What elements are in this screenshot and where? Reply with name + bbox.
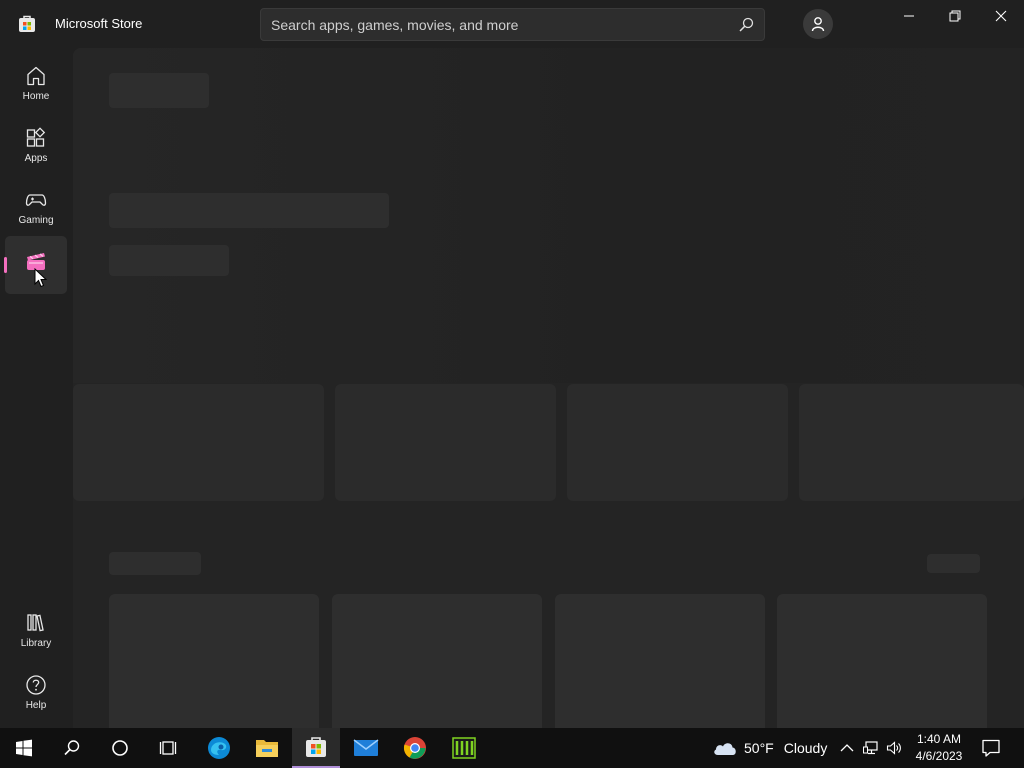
sidebar-item-label: Home bbox=[22, 91, 50, 102]
app-title: Microsoft Store bbox=[55, 16, 143, 31]
skeleton-see-all bbox=[927, 554, 980, 573]
skeleton-section-title bbox=[109, 552, 201, 575]
home-icon bbox=[27, 66, 45, 86]
account-button[interactable] bbox=[803, 9, 833, 39]
skeleton-card bbox=[73, 384, 324, 501]
skeleton-tile bbox=[555, 594, 765, 728]
taskbar-search-button[interactable] bbox=[48, 728, 96, 768]
weather-condition: Cloudy bbox=[783, 740, 828, 756]
task-view-button[interactable] bbox=[144, 728, 192, 768]
title-bar: Microsoft Store bbox=[0, 0, 1024, 48]
sidebar-nav: Home Apps Gaming Library Help bbox=[0, 48, 72, 728]
skeleton-tile bbox=[332, 594, 542, 728]
mail-icon bbox=[353, 739, 379, 756]
clock-date: 4/6/2023 bbox=[915, 749, 963, 763]
sidebar-item-label: Apps bbox=[24, 153, 48, 164]
person-icon bbox=[811, 17, 825, 32]
skeleton-button bbox=[109, 245, 229, 276]
store-icon bbox=[306, 737, 326, 757]
volume-icon[interactable] bbox=[886, 740, 902, 756]
close-button[interactable] bbox=[978, 0, 1024, 32]
task-view-icon bbox=[159, 741, 177, 755]
skeleton-card bbox=[567, 384, 788, 501]
restore-button[interactable] bbox=[932, 0, 978, 32]
search-icon[interactable] bbox=[738, 17, 754, 33]
network-icon[interactable] bbox=[863, 740, 879, 756]
search-box[interactable] bbox=[260, 8, 765, 41]
taskbar-store[interactable] bbox=[292, 728, 340, 768]
green-app-icon bbox=[452, 737, 476, 759]
minimize-icon bbox=[904, 15, 914, 17]
cortana-icon bbox=[112, 740, 128, 756]
clock-time: 1:40 AM bbox=[916, 732, 962, 746]
skeleton-tile bbox=[109, 594, 319, 728]
windows-start-icon bbox=[16, 739, 32, 757]
sidebar-item-library[interactable]: Library bbox=[5, 600, 67, 658]
library-icon bbox=[27, 614, 44, 632]
weather-temperature: 50°F bbox=[744, 740, 774, 756]
gaming-icon bbox=[25, 194, 47, 206]
sidebar-item-label: Help bbox=[25, 700, 47, 711]
content-area bbox=[73, 48, 1024, 728]
skeleton-heading bbox=[109, 193, 389, 228]
cortana-button[interactable] bbox=[96, 728, 144, 768]
taskbar: 50°F Cloudy 1:40 AM 4/6/2023 bbox=[0, 728, 1024, 768]
notification-center-icon[interactable] bbox=[981, 738, 1001, 758]
sidebar-item-gaming[interactable]: Gaming bbox=[5, 177, 67, 235]
cloud-icon bbox=[714, 743, 736, 755]
edge-icon bbox=[208, 737, 230, 759]
taskbar-chrome[interactable] bbox=[391, 728, 439, 768]
system-clock[interactable]: 1:40 AM 4/6/2023 bbox=[908, 731, 970, 765]
skeleton-title bbox=[109, 73, 209, 108]
store-logo-icon bbox=[19, 15, 35, 32]
help-icon bbox=[26, 675, 46, 695]
restore-icon bbox=[949, 10, 961, 22]
active-indicator bbox=[4, 257, 7, 273]
sidebar-item-home[interactable]: Home bbox=[5, 53, 67, 111]
sidebar-item-help[interactable]: Help bbox=[5, 662, 67, 720]
skeleton-card bbox=[335, 384, 556, 501]
weather-widget[interactable]: 50°F Cloudy bbox=[712, 728, 827, 768]
taskbar-mail[interactable] bbox=[342, 728, 390, 768]
start-button[interactable] bbox=[0, 728, 48, 768]
apps-icon bbox=[26, 127, 46, 147]
taskbar-edge[interactable] bbox=[195, 728, 243, 768]
sidebar-item-apps[interactable]: Apps bbox=[5, 115, 67, 173]
chevron-up-icon[interactable] bbox=[839, 740, 855, 756]
sidebar-item-label: Gaming bbox=[18, 215, 54, 226]
search-input[interactable] bbox=[271, 15, 731, 35]
minimize-button[interactable] bbox=[886, 0, 932, 32]
skeleton-tile bbox=[777, 594, 987, 728]
store-window: Microsoft Store Search apps, games, movi… bbox=[0, 0, 1024, 728]
sidebar-item-label: Library bbox=[20, 638, 52, 649]
skeleton-card bbox=[799, 384, 1024, 501]
file-explorer-icon bbox=[256, 740, 278, 757]
chrome-icon bbox=[403, 737, 426, 759]
close-icon bbox=[995, 10, 1007, 22]
search-icon bbox=[64, 740, 80, 756]
taskbar-app[interactable] bbox=[440, 728, 488, 768]
mouse-cursor-icon bbox=[34, 268, 48, 288]
taskbar-file-explorer[interactable] bbox=[243, 728, 291, 768]
